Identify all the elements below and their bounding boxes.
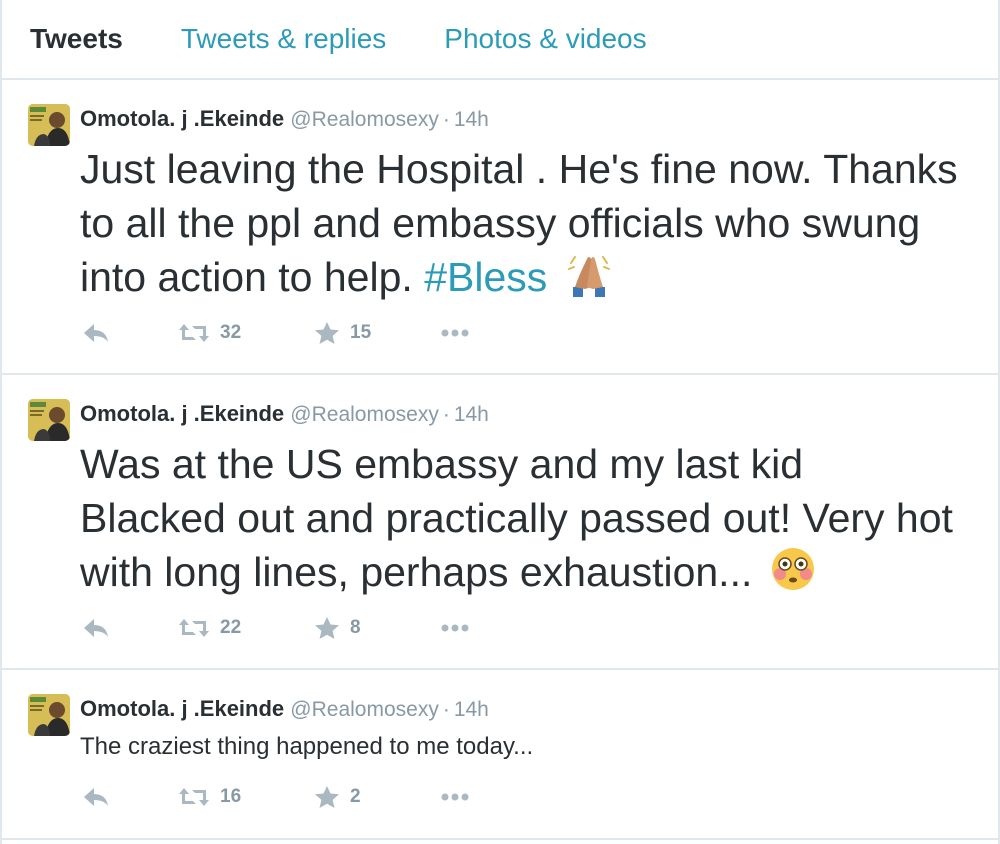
author-name[interactable]: Omotola. j .Ekeinde xyxy=(80,106,284,131)
author-name[interactable]: Omotola. j .Ekeinde xyxy=(80,401,284,426)
more-button[interactable] xyxy=(440,318,470,348)
author-handle[interactable]: @Realomosexy xyxy=(290,403,439,426)
timestamp[interactable]: 14h xyxy=(454,698,489,721)
tab-photos-and-videos[interactable]: Photos & videos xyxy=(444,23,646,55)
tweet-text: The craziest thing happened to me today.… xyxy=(80,733,534,760)
retweet-button[interactable]: 32 xyxy=(178,318,241,348)
separator: · xyxy=(442,108,450,131)
tweet-header: Omotola. j .Ekeinde @Realomosexy · 14h xyxy=(80,401,489,427)
tab-tweets[interactable]: Tweets xyxy=(30,23,123,55)
avatar[interactable] xyxy=(28,399,70,441)
retweet-count: 22 xyxy=(220,617,242,638)
tweet-header: Omotola. j .Ekeinde @Realomosexy · 14h xyxy=(80,106,489,132)
more-button[interactable] xyxy=(440,613,470,643)
avatar[interactable] xyxy=(28,694,70,736)
retweet-button[interactable]: 16 xyxy=(178,782,241,812)
reply-icon xyxy=(84,788,108,806)
profile-tabs: Tweets Tweets & replies Photos & videos xyxy=(2,0,998,80)
star-icon xyxy=(315,322,339,344)
tweet[interactable]: Omotola. j .Ekeinde @Realomosexy · 14h Jus… xyxy=(2,80,998,375)
tweet-header: Omotola. j .Ekeinde @Realomosexy · 14h xyxy=(80,696,489,722)
favorite-button[interactable]: 2 xyxy=(314,782,361,812)
retweet-icon xyxy=(179,788,209,806)
author-handle[interactable]: @Realomosexy xyxy=(290,698,439,721)
retweet-count: 16 xyxy=(220,786,242,807)
star-icon xyxy=(315,617,339,639)
separator: · xyxy=(442,698,450,721)
timestamp[interactable]: 14h xyxy=(454,108,489,131)
reply-button[interactable] xyxy=(82,782,110,812)
author-handle[interactable]: @Realomosexy xyxy=(290,108,439,131)
tweet-text: Was at the US embassy and my last kid Bl… xyxy=(80,437,960,605)
star-icon xyxy=(315,786,339,808)
reply-button[interactable] xyxy=(82,613,110,643)
separator: · xyxy=(442,403,450,426)
tweet[interactable]: Omotola. j .Ekeinde @Realomosexy · 14h Was… xyxy=(2,375,998,670)
retweet-button[interactable]: 22 xyxy=(178,613,241,643)
favorite-count: 8 xyxy=(350,617,361,638)
more-dots-icon xyxy=(441,329,469,337)
retweet-icon xyxy=(179,324,209,342)
more-button[interactable] xyxy=(440,782,470,812)
profile-timeline: Tweets Tweets & replies Photos & videos … xyxy=(0,0,1000,844)
favorite-count: 2 xyxy=(350,786,361,807)
retweet-count: 32 xyxy=(220,322,242,343)
timestamp[interactable]: 14h xyxy=(454,403,489,426)
tweet-body: Was at the US embassy and my last kid Bl… xyxy=(80,441,953,595)
tweet[interactable]: Omotola. j .Ekeinde @Realomosexy · 14h The… xyxy=(2,670,998,840)
more-dots-icon xyxy=(441,624,469,632)
favorite-button[interactable]: 15 xyxy=(314,318,371,348)
more-dots-icon xyxy=(441,793,469,801)
avatar[interactable] xyxy=(28,104,70,146)
reply-button[interactable] xyxy=(82,318,110,348)
tab-tweets-and-replies[interactable]: Tweets & replies xyxy=(181,23,386,55)
tweet-text: Just leaving the Hospital . He's fine no… xyxy=(80,142,960,310)
folded-hands-icon xyxy=(565,253,613,310)
flushed-face-icon xyxy=(770,546,816,605)
hashtag-link[interactable]: #Bless xyxy=(424,254,547,300)
reply-icon xyxy=(84,324,108,342)
favorite-button[interactable]: 8 xyxy=(314,613,361,643)
retweet-icon xyxy=(179,619,209,637)
reply-icon xyxy=(84,619,108,637)
author-name[interactable]: Omotola. j .Ekeinde xyxy=(80,696,284,721)
favorite-count: 15 xyxy=(350,322,372,343)
